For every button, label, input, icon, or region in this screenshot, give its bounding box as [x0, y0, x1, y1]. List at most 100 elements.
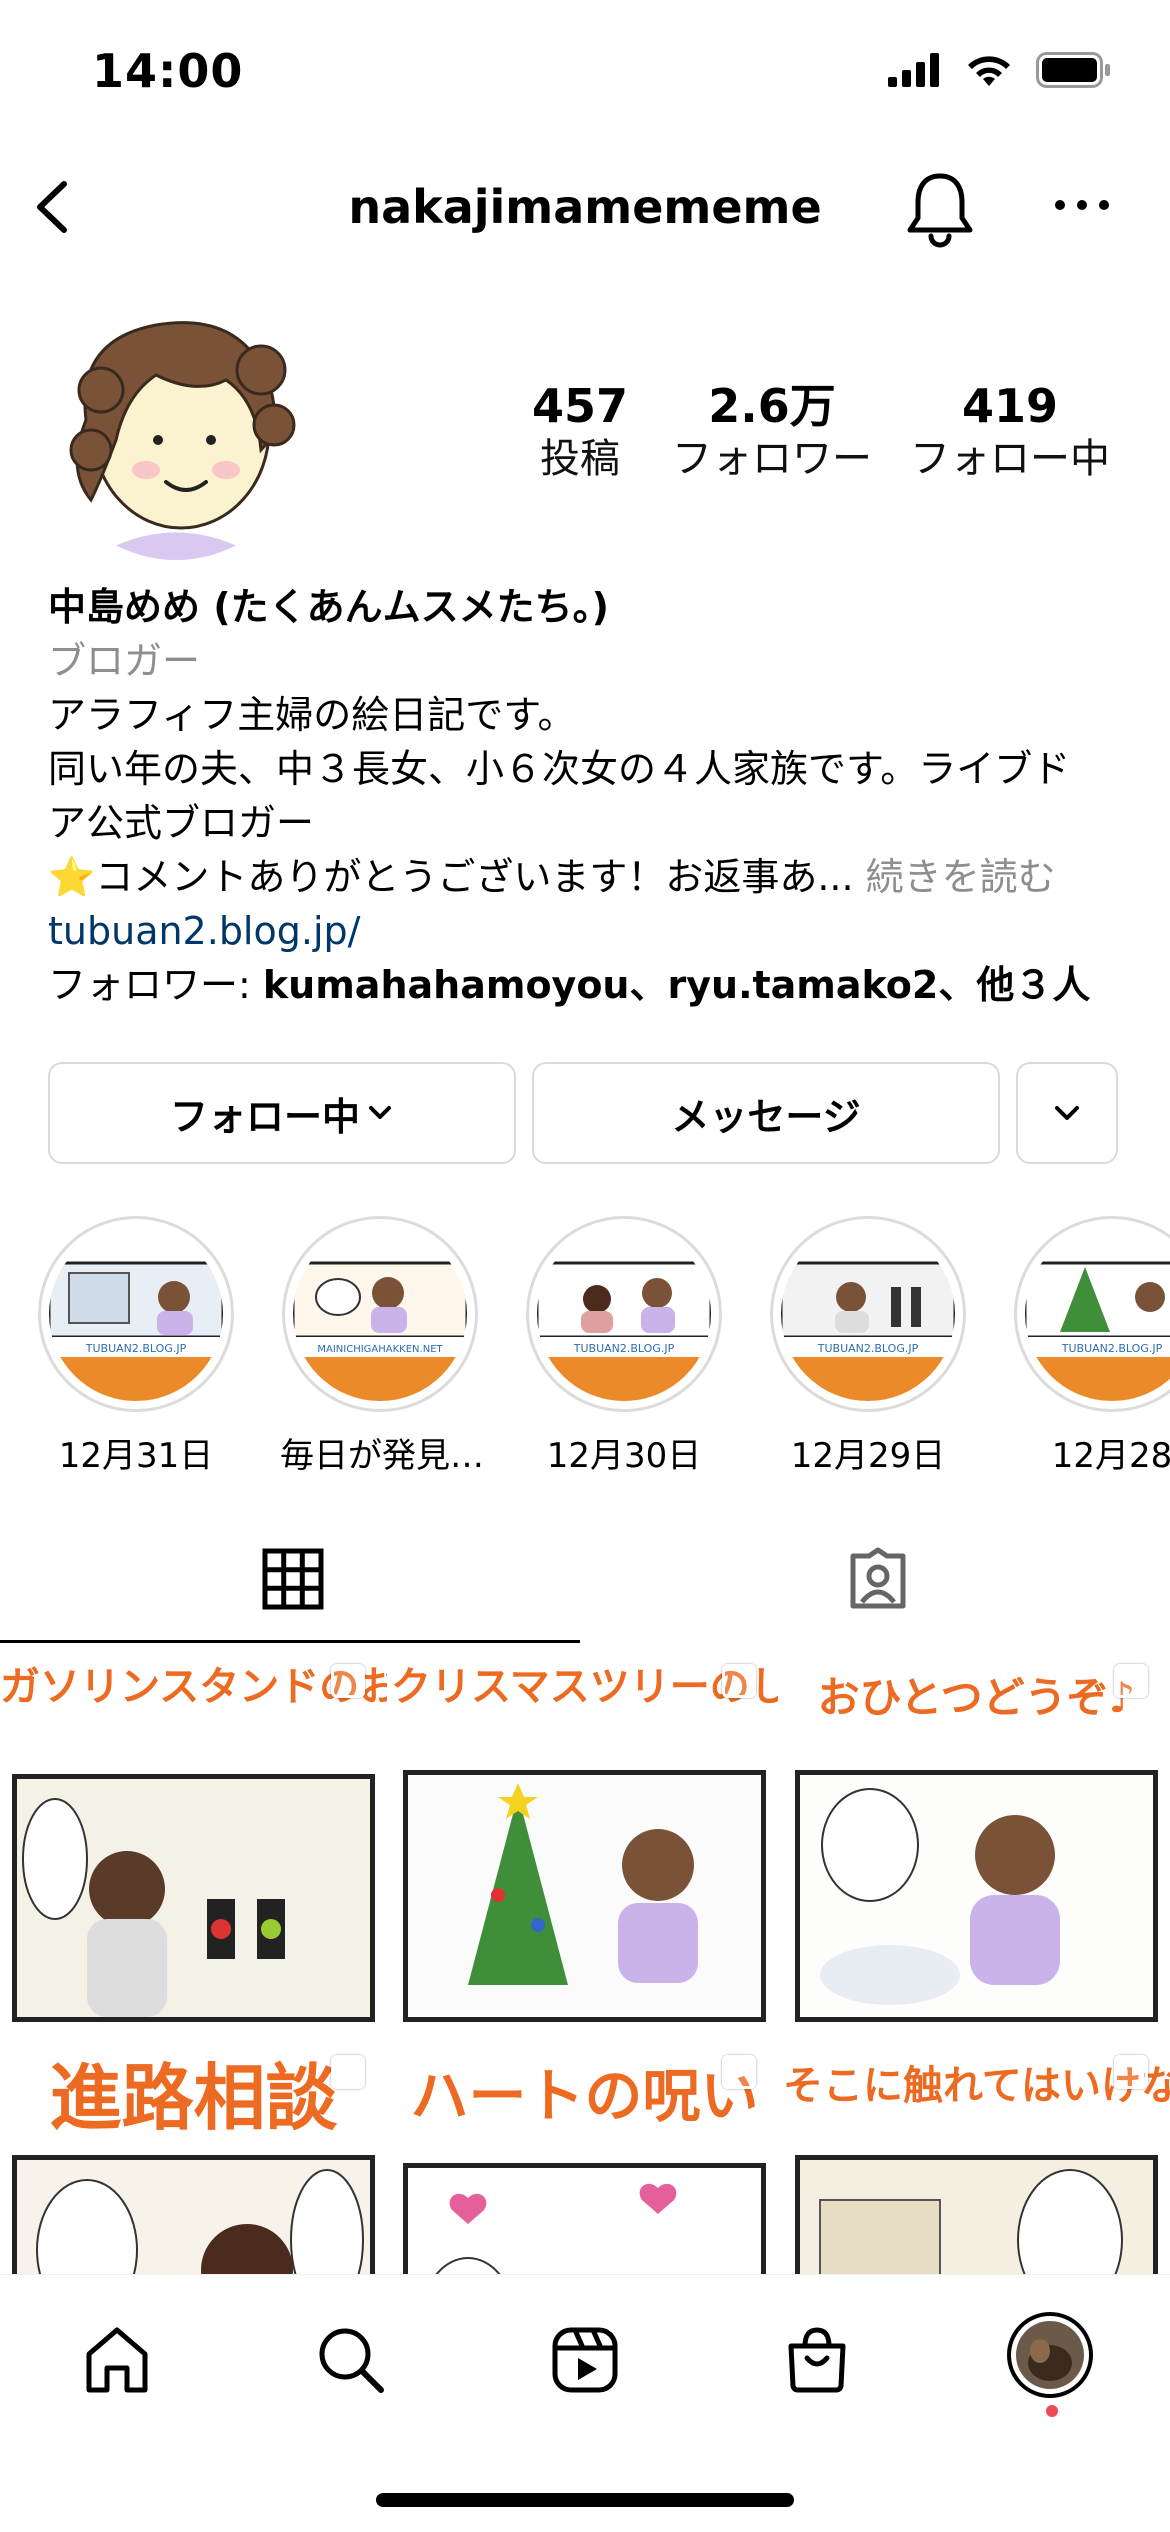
- post-comic-panel: [795, 2155, 1158, 2274]
- profile-website-link[interactable]: tubuan2.blog.jp/: [48, 904, 1128, 958]
- bio-line: 同い年の夫、中３長女、小６次女の４人家族です。ライブド: [48, 747, 1071, 791]
- bio-line: アラフィフ主婦の絵日記です。: [48, 693, 576, 737]
- home-indicator: [376, 2493, 794, 2507]
- post-thumbnail[interactable]: クリスマスツリーのしまい方: [391, 1644, 778, 2031]
- profile-avatar[interactable]: [46, 300, 306, 560]
- followed-by-user: ryu.tamako2: [667, 963, 939, 1007]
- profile-category: ブロガー: [48, 639, 201, 683]
- highlight-ring: TUBUAN2.BLOG.JP: [526, 1216, 722, 1412]
- post-thumbnail[interactable]: そこに触れてはいけない: [783, 2035, 1170, 2274]
- reels-icon: [552, 2327, 618, 2393]
- highlight-thumbnail: MAINICHIGAHAKKEN.NET: [293, 1227, 467, 1401]
- followed-by-separator: 、: [629, 963, 668, 1007]
- highlight-url: TUBUAN2.BLOG.JP: [817, 1342, 919, 1355]
- highlight-label: 12月29日: [790, 1436, 946, 1476]
- nav-reels[interactable]: [540, 2315, 630, 2405]
- post-illustration: [408, 2168, 761, 2274]
- post-title: 進路相談: [49, 2056, 338, 2140]
- story-highlight[interactable]: TUBUAN2.BLOG.JP 12月28: [1012, 1216, 1170, 1477]
- story-highlight[interactable]: TUBUAN2.BLOG.JP 12月30日: [524, 1216, 724, 1477]
- profile-bio: 中島めめ (たくあんムスメたち。) ブロガー アラフィフ主婦の絵日記です。 同い…: [48, 580, 1128, 1012]
- notification-dot: [1046, 2405, 1058, 2417]
- status-icons: [888, 52, 1112, 88]
- highlight-label: 12月30日: [546, 1436, 702, 1476]
- following-count[interactable]: 419 フォロー中: [890, 380, 1130, 486]
- profile-header: nakajimamememe: [0, 150, 1170, 270]
- bio-line: ア公式ブロガー: [48, 801, 315, 845]
- post-illustration: [17, 2160, 370, 2274]
- highlight-url: MAINICHIGAHAKKEN.NET: [317, 1344, 443, 1355]
- read-more-link[interactable]: 続きを読む: [866, 855, 1056, 899]
- followers-count-value: 2.6万: [708, 379, 836, 433]
- post-thumbnail[interactable]: ガソリンスタンドのお姉さん: [0, 1644, 387, 2031]
- message-button[interactable]: メッセージ: [532, 1062, 1000, 1164]
- nav-profile[interactable]: [1006, 2311, 1094, 2399]
- notifications-button[interactable]: [902, 168, 978, 248]
- followed-by-suffix: 、他３人: [938, 963, 1091, 1007]
- tagged-person-icon: [850, 1547, 905, 1609]
- bio-truncated-text: コメントありがとうございます！お返事あ...: [95, 855, 866, 899]
- battery-icon: [1036, 52, 1110, 88]
- highlight-label: 毎日が発見…: [280, 1436, 484, 1476]
- tab-grid[interactable]: [0, 1516, 585, 1642]
- nav-home[interactable]: [72, 2315, 162, 2405]
- profile-stats: 457 投稿 2.6万 フォロワー 419 フォロー中: [440, 380, 1140, 490]
- chevron-down-icon: [369, 1106, 391, 1119]
- highlight-ring: TUBUAN2.BLOG.JP: [38, 1216, 234, 1412]
- post-illustration: [800, 2160, 1153, 2274]
- tab-tagged[interactable]: [585, 1516, 1170, 1642]
- highlight-comic-thumb: MAINICHIGAHAKKEN.NET: [293, 1261, 467, 1401]
- status-time: 14:00: [92, 44, 244, 98]
- message-button-label: メッセージ: [671, 1094, 861, 1139]
- highlight-comic-thumb: TUBUAN2.BLOG.JP: [537, 1261, 711, 1401]
- highlight-comic-thumb: TUBUAN2.BLOG.JP: [1025, 1261, 1170, 1401]
- posts-grid: ガソリンスタンドのお姉さん クリスマスツリーのしまい方: [0, 1644, 1170, 2274]
- bell-icon: [907, 173, 973, 248]
- post-comic-panel: [12, 2155, 375, 2274]
- post-illustration: [800, 1775, 1153, 2017]
- wifi-icon: [968, 56, 1010, 86]
- highlight-thumbnail: TUBUAN2.BLOG.JP: [537, 1227, 711, 1401]
- highlight-url: TUBUAN2.BLOG.JP: [573, 1342, 675, 1355]
- more-horizontal-icon: [1055, 200, 1109, 210]
- grid-icon: [262, 1548, 323, 1610]
- story-highlight[interactable]: TUBUAN2.BLOG.JP 12月31日: [36, 1216, 236, 1477]
- highlight-thumbnail: TUBUAN2.BLOG.JP: [1025, 1227, 1170, 1401]
- highlight-comic-thumb: TUBUAN2.BLOG.JP: [49, 1261, 223, 1401]
- nav-shop[interactable]: [772, 2315, 862, 2405]
- highlight-comic-thumb: TUBUAN2.BLOG.JP: [781, 1261, 955, 1401]
- post-title: ガソリンスタンドのお姉さん: [0, 1664, 387, 1710]
- profile-username: nakajimamememe: [348, 180, 822, 234]
- post-thumbnail[interactable]: おひとつどうぞ♪: [783, 1644, 1170, 2031]
- post-illustration: [17, 1779, 370, 2017]
- post-title: クリスマスツリーのしまい方: [391, 1664, 778, 1710]
- post-title: そこに触れてはいけない: [783, 2063, 1170, 2109]
- followed-by-prefix: フォロワー:: [48, 963, 263, 1007]
- following-button[interactable]: フォロー中: [48, 1062, 516, 1164]
- multiple-images-icon: [722, 2055, 756, 2089]
- more-options-button[interactable]: [1052, 190, 1112, 220]
- story-highlight[interactable]: TUBUAN2.BLOG.JP 12月29日: [768, 1216, 968, 1477]
- post-comic-panel: [403, 1770, 766, 2022]
- multiple-images-icon: [331, 2055, 365, 2089]
- highlight-label: 12月31日: [58, 1436, 214, 1476]
- multiple-images-icon: [331, 1664, 365, 1698]
- home-icon: [86, 2327, 148, 2393]
- profile-display-name: 中島めめ (たくあんムスメたち。): [48, 585, 609, 629]
- story-highlight[interactable]: MAINICHIGAHAKKEN.NET 毎日が発見…: [280, 1216, 484, 1477]
- shopping-bag-icon: [788, 2327, 846, 2393]
- following-count-value: 419: [961, 379, 1059, 433]
- followed-by[interactable]: フォロワー: kumahahamoyou、ryu.tamako2、他３人: [48, 958, 1128, 1012]
- suggested-users-button[interactable]: [1016, 1062, 1118, 1164]
- followers-count[interactable]: 2.6万 フォロワー: [652, 380, 892, 486]
- post-comic-panel: [795, 1770, 1158, 2022]
- highlight-label: 12月28: [1051, 1436, 1170, 1476]
- post-thumbnail[interactable]: ハートの呪い: [391, 2035, 778, 2274]
- nav-search[interactable]: [306, 2315, 396, 2405]
- profile-tabs: [0, 1516, 1170, 1644]
- highlight-ring: TUBUAN2.BLOG.JP: [1014, 1216, 1170, 1412]
- highlight-ring: TUBUAN2.BLOG.JP: [770, 1216, 966, 1412]
- signal-icon: [888, 53, 939, 87]
- post-thumbnail[interactable]: 進路相談: [0, 2035, 387, 2274]
- star-emoji-icon: ⭐: [48, 855, 96, 899]
